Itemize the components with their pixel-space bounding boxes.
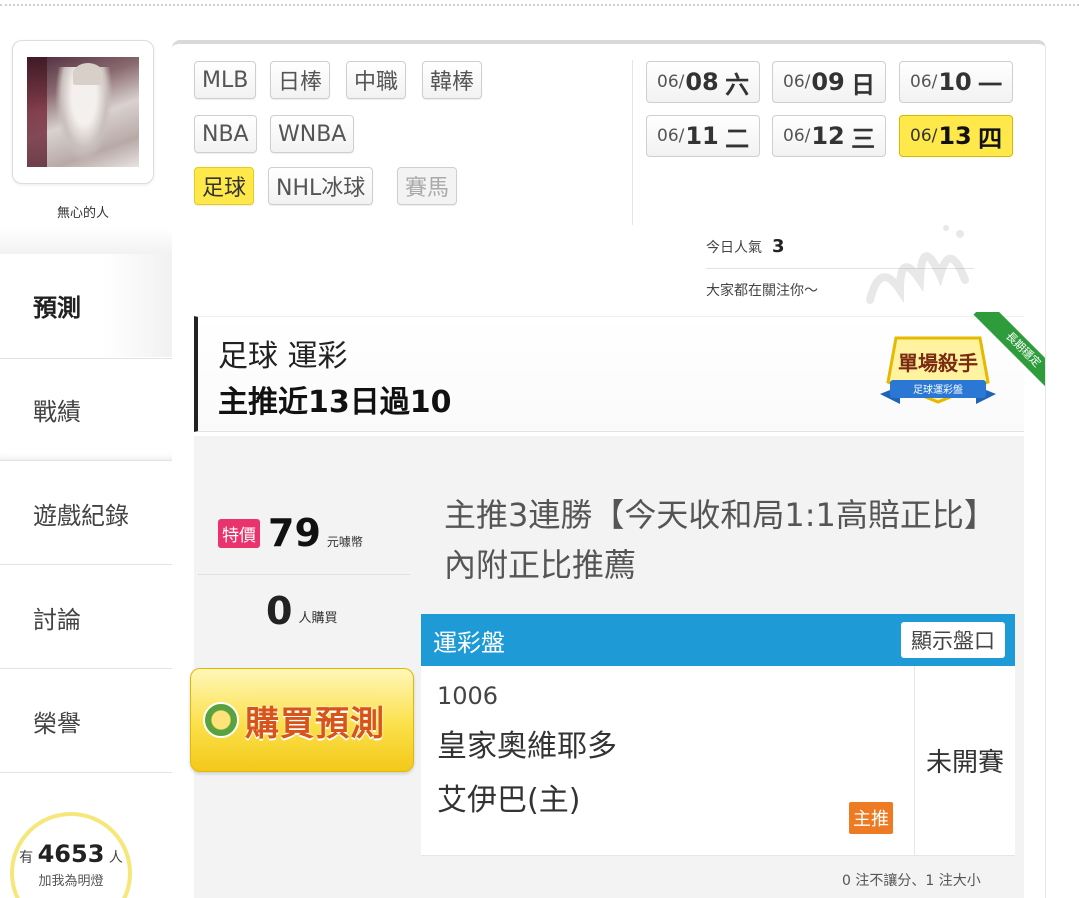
buy-button-label: 購買預測	[245, 703, 385, 744]
nav-item-honor[interactable]: 榮譽	[0, 670, 172, 773]
prediction-title: 主推3連勝【今天收和局1:1高賠正比】內附正比推薦	[444, 496, 996, 584]
date-tab[interactable]: 06/12 三	[772, 115, 887, 157]
nav-item-predictions[interactable]: 預測	[0, 254, 172, 357]
avatar-image	[27, 57, 139, 167]
odds-header: 運彩盤 顯示盤口	[421, 614, 1015, 666]
price: 特價 79 元噱幣	[218, 514, 363, 552]
nav-item-label: 榮譽	[33, 709, 81, 738]
nav-item-label: 討論	[33, 605, 81, 634]
fans-cta: 加我為明燈	[38, 874, 104, 889]
nav-divider	[0, 228, 172, 254]
long-term-stable-ribbon: 長期穩定	[955, 312, 1045, 402]
tags-divider	[632, 60, 633, 225]
sport-tag-horse-racing: 賽馬	[397, 167, 458, 205]
price-unit: 元噱幣	[326, 535, 363, 549]
odds-header-label: 運彩盤	[433, 628, 505, 657]
buyers-count: 0	[266, 589, 293, 633]
coin-icon	[203, 702, 239, 738]
date-tab[interactable]: 06/09 日	[772, 61, 887, 103]
sport-tag-npb[interactable]: 日棒	[270, 61, 331, 99]
nav-item-label: 戰績	[33, 398, 81, 426]
sport-tag-cpbl[interactable]: 中職	[346, 61, 407, 99]
date-tab[interactable]: 06/10 一	[899, 61, 1014, 103]
main-pick-badge: 主推	[849, 802, 893, 834]
special-price-badge: 特價	[218, 519, 260, 548]
sport-tag-wnba[interactable]: WNBA	[270, 115, 355, 153]
prediction-category: 足球 運彩	[218, 339, 348, 374]
date-tab-selected[interactable]: 06/13 四	[899, 115, 1014, 157]
bets-note: 0 注不讓分、1 注大小	[842, 873, 981, 889]
team-home: 艾伊巴(主)	[437, 783, 581, 818]
nav-item-label: 預測	[33, 294, 81, 322]
date-tab[interactable]: 06/11 二	[646, 115, 761, 157]
popularity: 今日人氣 3	[706, 236, 785, 257]
game-code: 1006	[437, 682, 499, 710]
follow-lamp-button[interactable]: 有 4653 人 加我為明燈	[10, 812, 132, 898]
date-tab[interactable]: 06/08 六	[646, 61, 761, 103]
nav-item-label: 遊戲紀錄	[33, 501, 129, 530]
avatar[interactable]	[12, 40, 154, 184]
price-divider	[198, 574, 410, 575]
prediction-record: 主推近13日過10	[218, 385, 452, 420]
fans-suffix: 人	[108, 850, 123, 866]
user-name[interactable]: 無心的人	[12, 202, 154, 221]
sport-tag-mlb[interactable]: MLB	[194, 61, 257, 99]
odds-table: 運彩盤 顯示盤口 1006 皇家奧維耶多 艾伊巴(主) 主推 未開賽	[421, 614, 1015, 856]
top-dotted-border	[0, 0, 1079, 6]
match-status: 未開賽	[925, 748, 1004, 778]
popularity-value: 3	[772, 236, 785, 257]
sport-tag-nhl[interactable]: NHL冰球	[268, 167, 374, 205]
sport-tag-nba[interactable]: NBA	[194, 115, 257, 153]
nav-item-game-log[interactable]: 遊戲紀錄	[0, 462, 172, 565]
buyers: 0 人購買	[266, 592, 337, 630]
team-away: 皇家奧維耶多	[437, 729, 617, 764]
popularity-label: 今日人氣	[706, 240, 762, 256]
fans-count: 4653	[37, 840, 105, 868]
nav-item-discussion[interactable]: 討論	[0, 566, 172, 669]
buyers-unit: 人購買	[298, 611, 338, 626]
buy-prediction-button[interactable]: 購買預測	[190, 668, 414, 772]
sport-tag-kbo[interactable]: 韓棒	[422, 61, 483, 99]
match-info: 1006 皇家奧維耶多 艾伊巴(主) 主推	[421, 666, 915, 855]
show-odds-button[interactable]: 顯示盤口	[901, 622, 1005, 658]
odds-row: 1006 皇家奧維耶多 艾伊巴(主) 主推 未開賽	[421, 666, 1015, 856]
sport-tag-soccer[interactable]: 足球	[194, 167, 255, 205]
price-value: 79	[268, 511, 321, 555]
nav-item-record[interactable]: 戰績	[0, 358, 172, 461]
popularity-subtext: 大家都在關注你〜	[706, 283, 818, 299]
decorative-fan-icon	[866, 225, 969, 304]
fans-prefix: 有	[19, 850, 34, 866]
